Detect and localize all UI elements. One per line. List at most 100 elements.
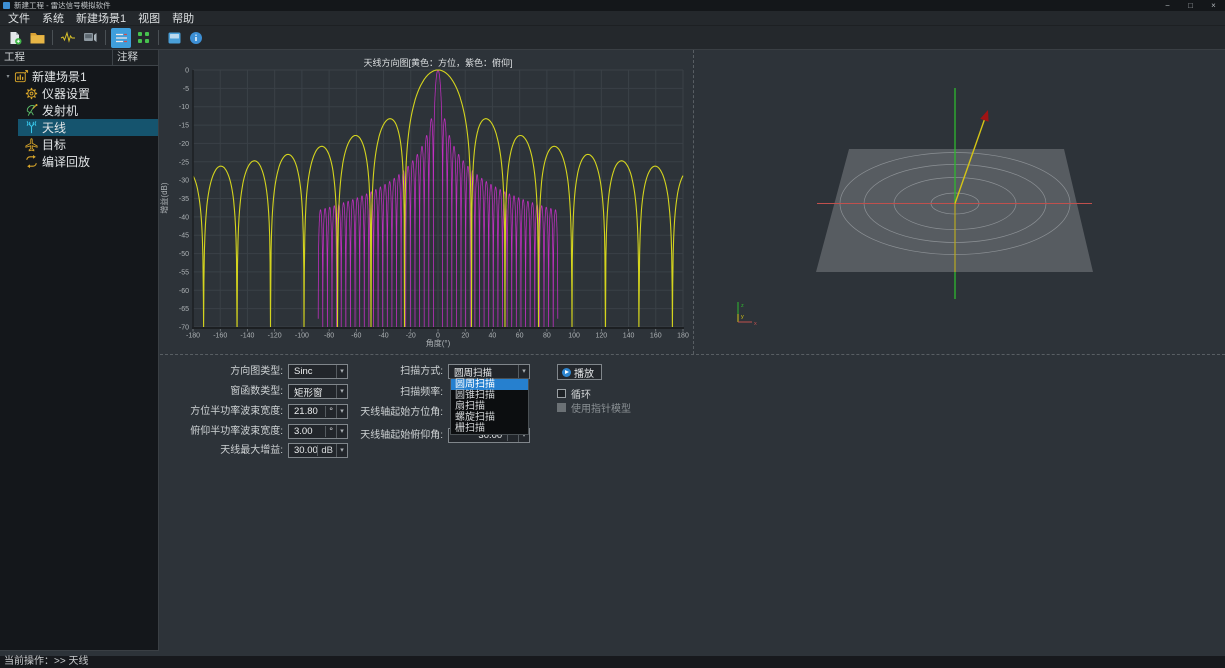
checkbox-icon[interactable]: [557, 389, 566, 398]
status-text: 当前操作：>> 天线: [4, 656, 88, 667]
column-header-comment[interactable]: 注释: [113, 50, 158, 65]
minimize-button[interactable]: −: [1156, 0, 1179, 11]
play-button[interactable]: 播放: [557, 364, 602, 380]
max-gain-field[interactable]: 30.00 dB ▾: [288, 443, 348, 458]
triad-y-label: y: [741, 314, 744, 320]
folder-icon: [30, 32, 45, 44]
elevation-beamwidth-label: 俯仰半功率波束宽度:: [160, 424, 283, 439]
scan-option-2[interactable]: 扇扫描: [451, 401, 528, 412]
antenna-3d-scene: z y x: [695, 50, 1225, 354]
dropdown-arrow-icon[interactable]: ▾: [518, 365, 529, 378]
info-button[interactable]: [186, 28, 206, 48]
scan-option-0[interactable]: 圆周扫描: [451, 379, 528, 390]
dropdown-arrow-icon[interactable]: ▾: [336, 444, 347, 457]
app-icon: [3, 2, 10, 9]
scan-mode-select[interactable]: 圆周扫描 ▾: [448, 364, 530, 379]
tree-item-label: 新建场景1: [32, 68, 87, 85]
scan-mode-dropdown-list: 圆周扫描圆锥扫描扇扫描螺旋扫描栅扫描: [450, 378, 529, 435]
start-elevation-label: 天线轴起始俯仰角:: [298, 428, 443, 443]
tree-item-label: 目标: [42, 136, 66, 153]
list-lines-icon: [115, 32, 128, 44]
x-tick-label: -60: [351, 333, 361, 340]
tree-item-label: 编译回放: [42, 153, 90, 170]
x-tick-label: 40: [489, 333, 497, 340]
tree-item-scene[interactable]: ▾ 新建场景1: [0, 68, 158, 85]
x-tick-label: -120: [268, 333, 282, 340]
scan-option-1[interactable]: 圆锥扫描: [451, 390, 528, 401]
x-tick-label: -80: [324, 333, 334, 340]
x-tick-label: 120: [595, 333, 607, 340]
x-tick-label: -140: [240, 333, 254, 340]
max-gain-label: 天线最大增益:: [160, 443, 283, 458]
y-tick-label: -30: [179, 178, 189, 185]
antenna-view-button[interactable]: [111, 28, 131, 48]
start-azimuth-label: 天线轴起始方位角:: [298, 405, 443, 420]
menu-item-3[interactable]: 视图: [132, 10, 166, 26]
tree-item-antenna[interactable]: 天线: [0, 119, 158, 136]
toolbar-separator: [158, 30, 159, 45]
window-func-label: 窗函数类型:: [160, 384, 283, 399]
new-file-icon: [8, 31, 22, 45]
waveform-button[interactable]: [58, 28, 78, 48]
x-tick-label: 160: [650, 333, 662, 340]
maximize-button[interactable]: □: [1179, 0, 1202, 11]
y-tick-label: -55: [179, 269, 189, 276]
close-button[interactable]: ×: [1202, 0, 1225, 11]
toolbar: [0, 26, 1225, 50]
x-tick-label: -180: [186, 333, 200, 340]
x-tick-label: -20: [406, 333, 416, 340]
menu-item-0[interactable]: 文件: [2, 10, 36, 26]
x-tick-label: 100: [568, 333, 580, 340]
tree-item-instrument-settings[interactable]: 仪器设置: [0, 85, 158, 102]
y-tick-label: -40: [179, 214, 189, 221]
tree-item-target[interactable]: 目标: [0, 136, 158, 153]
device-button[interactable]: [80, 28, 100, 48]
device-icon: [83, 31, 97, 44]
menu-bar: 文件系统新建场景1视图帮助: [0, 11, 1225, 26]
loop-checkbox[interactable]: 循环: [557, 386, 591, 401]
column-header-project[interactable]: 工程: [0, 50, 113, 65]
window-controls: −□×: [1156, 0, 1225, 11]
layout-button[interactable]: [133, 28, 153, 48]
tree-item-label: 发射机: [42, 102, 78, 119]
y-tick-label: -70: [179, 325, 189, 332]
antenna-pattern-panel: -180-160-140-120-100-80-60-40-2002040608…: [160, 50, 695, 354]
y-tick-label: 0: [185, 68, 189, 75]
menu-item-4[interactable]: 帮助: [166, 10, 200, 26]
green-dots-icon: [137, 31, 150, 44]
tree-item-label: 仪器设置: [42, 85, 90, 102]
monitor-icon: [168, 32, 181, 44]
monitor-button[interactable]: [164, 28, 184, 48]
y-tick-label: -25: [179, 159, 189, 166]
triad-x-label: x: [754, 321, 757, 327]
y-tick-label: -65: [179, 306, 189, 313]
y-tick-label: -35: [179, 196, 189, 203]
new-project-button[interactable]: [5, 28, 25, 48]
replay-icon: [23, 154, 39, 169]
y-tick-label: -5: [183, 86, 189, 93]
sidebar-header: 工程 注释: [0, 50, 158, 66]
scan-mode-label: 扫描方式:: [298, 364, 443, 379]
expander-icon[interactable]: ▾: [3, 73, 13, 80]
project-sidebar: 工程 注释 ▾ 新建场景1仪器设置发射机天线目标编译回放: [0, 50, 159, 651]
status-bar: 当前操作：>> 天线: [0, 656, 1225, 668]
vertical-divider: [693, 50, 694, 354]
tree-item-compile-replay[interactable]: 编译回放: [0, 153, 158, 170]
menu-item-1[interactable]: 系统: [36, 10, 70, 26]
tree-item-transmitter[interactable]: 发射机: [0, 102, 158, 119]
waveform-icon: [60, 31, 76, 44]
y-axis-label: 增益(dB): [160, 182, 169, 213]
pattern-type-label: 方向图类型:: [160, 364, 283, 379]
scan-option-3[interactable]: 螺旋扫描: [451, 412, 528, 423]
antenna-3d-view[interactable]: z y x: [695, 50, 1225, 354]
menu-item-2[interactable]: 新建场景1: [70, 10, 132, 26]
axis-triad-icon: z y x: [738, 302, 757, 327]
scan-option-4[interactable]: 栅扫描: [451, 423, 528, 434]
azimuth-beamwidth-label: 方位半功率波束宽度:: [160, 404, 283, 419]
checkbox-icon: [557, 403, 566, 412]
gear-icon: [23, 86, 39, 101]
y-tick-label: -20: [179, 141, 189, 148]
scan-frequency-label: 扫描频率:: [298, 385, 443, 400]
info-icon: [189, 31, 203, 45]
open-project-button[interactable]: [27, 28, 47, 48]
